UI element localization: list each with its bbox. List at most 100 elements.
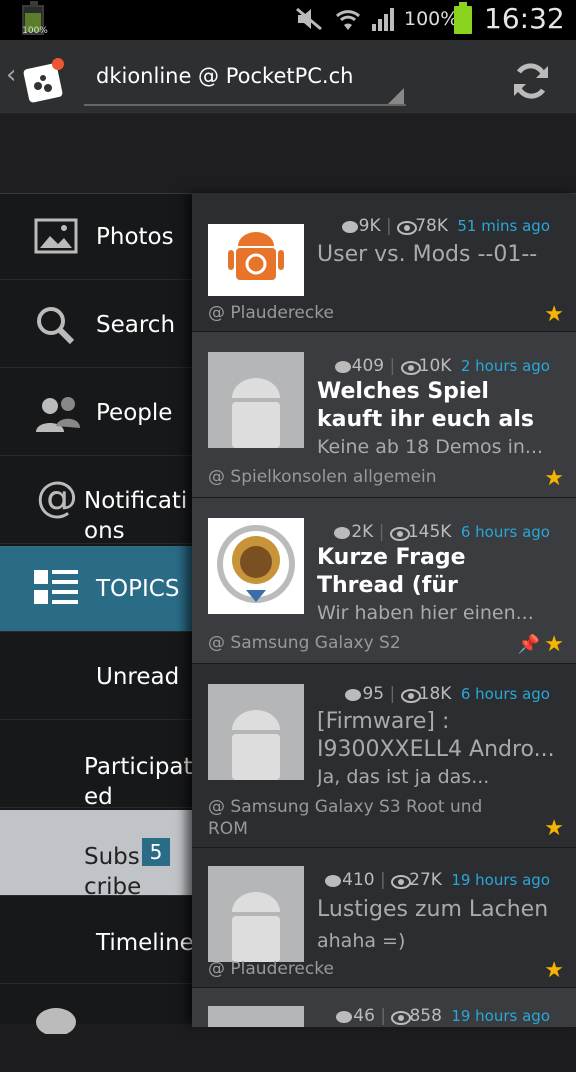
star-icon[interactable]: ★ [544, 958, 564, 983]
drawer-item-people[interactable]: People [0, 370, 192, 456]
topic-preview: Ja, das ist ja das... [317, 766, 490, 788]
topic-forum: @ Samsung Galaxy S3 Root und ROM [208, 797, 483, 839]
views-eye-icon [400, 688, 421, 703]
wifi-icon [334, 6, 362, 38]
topic-time-ago: 6 hours ago [460, 685, 550, 703]
topic-thumbnail [208, 866, 304, 962]
topic-time-ago: 2 hours ago [460, 357, 550, 375]
topic-row[interactable]: 410 | 27K 19 hours ago Lustiges zum Lach… [192, 848, 576, 988]
comment-icon [334, 360, 352, 373]
pin-icon: 📌 [517, 634, 540, 655]
views-eye-icon [391, 874, 412, 889]
drawer-item-label: Subs [84, 844, 140, 870]
battery-small-label: 100% [22, 26, 48, 36]
battery-small-icon: 100% [22, 1, 48, 36]
drawer-item-timeline[interactable]: Timeline [0, 898, 194, 984]
drawer-item-search[interactable]: Search [0, 282, 192, 368]
navigation-drawer: Photos Search People @ Notificati ons TO… [0, 194, 194, 1036]
drawer-item-subscribe[interactable]: Subs cribe 5 [0, 810, 192, 900]
topic-preview: Keine ab 18 Demos in... [317, 436, 544, 458]
topic-row[interactable]: 46 | 858 19 hours ago [192, 988, 576, 1028]
dropdown-triangle-icon[interactable] [388, 88, 404, 104]
topic-row[interactable]: 409 | 10K 2 hours ago Welches Spiel kauf… [192, 332, 576, 498]
topic-forum: @ Plauderecke [208, 959, 334, 979]
topic-forum: @ Samsung Galaxy S2 [208, 633, 401, 653]
drawer-item-label: Notificati [84, 488, 188, 514]
action-bar: ‹ dkionline @ PocketPC.ch [0, 40, 576, 114]
view-count: 858 [409, 1006, 442, 1026]
drawer-item-label: ons [84, 518, 125, 544]
drawer-item-label: TOPICS [96, 576, 180, 602]
unread-count-badge: 5 [142, 838, 170, 866]
drawer-item-chat[interactable] [0, 986, 192, 1072]
topic-preview: ahaha =) [317, 930, 406, 952]
topic-time-ago: 6 hours ago [460, 523, 550, 541]
search-icon [34, 304, 78, 352]
views-eye-icon [400, 360, 421, 375]
topic-stats: 409 | 10K 2 hours ago [334, 356, 550, 376]
drawer-item-label: Participat [84, 754, 193, 780]
topic-stats: 46 | 858 19 hours ago [335, 1006, 550, 1026]
topic-title: Welches Spiel kauft ihr euch als [317, 379, 535, 432]
topic-time-ago: 19 hours ago [451, 871, 550, 889]
topic-title: [Firmware] : I9300XXELL4 Andro... [317, 709, 555, 762]
chat-bubble-icon [34, 1004, 78, 1038]
drawer-item-participated[interactable]: Participat ed [0, 722, 193, 810]
account-title[interactable]: dkionline @ PocketPC.ch [96, 64, 353, 88]
app-logo-icon[interactable] [20, 54, 70, 104]
topic-time-ago: 19 hours ago [451, 1007, 550, 1025]
comment-icon [333, 526, 351, 539]
list-icon [34, 570, 78, 610]
topic-thumbnail [208, 352, 304, 448]
comment-count: 410 [342, 870, 375, 890]
topic-stats: 2K | 145K 6 hours ago [333, 522, 550, 542]
drawer-item-label: Photos [96, 224, 174, 250]
drawer-item-photos[interactable]: Photos [0, 194, 192, 280]
clock: 16:32 [484, 2, 565, 35]
photos-icon [34, 216, 78, 260]
comment-count: 46 [353, 1006, 375, 1026]
topic-thumbnail [208, 684, 304, 780]
comment-count: 409 [351, 356, 385, 376]
topic-row[interactable]: 2K | 145K 6 hours ago Kurze Frage Thread… [192, 498, 576, 664]
drawer-item-label: ed [84, 784, 113, 810]
topic-stats: 95 | 18K 6 hours ago [344, 684, 550, 704]
comment-icon [335, 1010, 353, 1023]
topic-time-ago: 51 mins ago [457, 217, 550, 235]
star-icon[interactable]: ★ [544, 466, 564, 491]
drawer-item-label: People [96, 400, 173, 426]
views-eye-icon [391, 1010, 412, 1025]
view-count: 145K [407, 522, 452, 542]
comment-icon [344, 688, 362, 701]
star-icon[interactable]: ★ [544, 816, 564, 841]
topic-title: Lustiges zum Lachen [317, 897, 549, 922]
drawer-item-unread[interactable]: Unread [0, 634, 192, 720]
topic-row[interactable]: 95 | 18K 6 hours ago [Firmware] : I9300X… [192, 664, 576, 848]
star-icon[interactable]: ★ [544, 632, 564, 657]
star-icon[interactable]: ★ [544, 302, 564, 327]
at-icon: @ [36, 472, 78, 521]
view-count: 78K [415, 216, 448, 236]
drawer-item-label: Unread [96, 664, 180, 690]
topic-preview: Wir haben hier einen... [317, 602, 534, 624]
view-count: 18K [418, 684, 452, 704]
topic-title: User vs. Mods --01-- [317, 242, 538, 267]
topic-row[interactable]: 9K | 78K 51 mins ago User vs. Mods --01-… [192, 194, 576, 332]
comment-count: 2K [351, 522, 374, 542]
people-icon [34, 392, 82, 440]
drawer-item-topics[interactable]: TOPICS [0, 546, 192, 632]
views-eye-icon [397, 220, 418, 235]
back-chevron-icon[interactable]: ‹ [6, 60, 16, 90]
view-count: 27K [409, 870, 442, 890]
battery-icon [454, 2, 472, 34]
mute-icon [294, 6, 324, 38]
comment-count: 95 [362, 684, 385, 704]
drawer-item-notifications[interactable]: @ Notificati ons [0, 458, 192, 544]
topic-stats: 9K | 78K 51 mins ago [341, 216, 550, 236]
battery-percent: 100% [404, 8, 459, 30]
comment-icon [324, 874, 342, 887]
views-eye-icon [389, 526, 410, 541]
refresh-icon[interactable] [508, 58, 554, 104]
drawer-item-label: Search [96, 312, 176, 338]
topic-thumbnail [208, 224, 304, 296]
